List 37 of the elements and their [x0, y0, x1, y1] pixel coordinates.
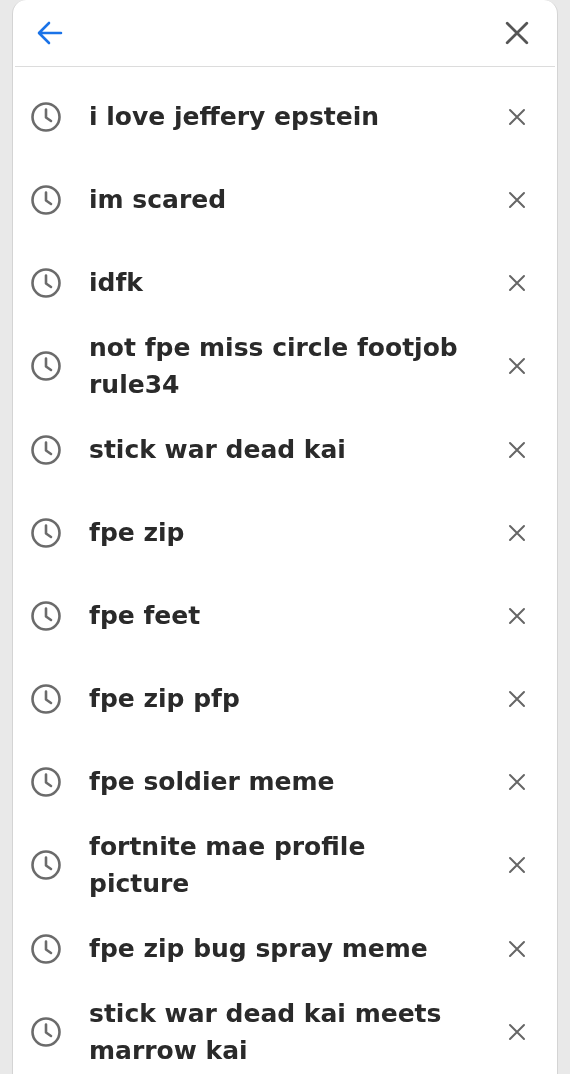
close-icon — [507, 855, 527, 875]
search-history-query[interactable]: not fpe miss circle footjob rule34 — [89, 329, 503, 403]
close-icon — [507, 1022, 527, 1042]
close-icon — [507, 439, 527, 460]
search-history-query[interactable]: stick war dead kai — [89, 431, 503, 468]
clock-icon — [30, 599, 62, 632]
close-icon — [507, 522, 527, 543]
close-icon — [507, 688, 527, 709]
clock-icon — [30, 516, 62, 549]
clock-icon — [30, 183, 62, 216]
close-icon — [507, 605, 527, 626]
search-history-query[interactable]: fortnite mae profile picture — [89, 828, 503, 902]
search-history-query[interactable]: fpe zip — [89, 514, 503, 551]
clock-icon — [30, 765, 62, 798]
search-history-query[interactable]: fpe feet — [89, 597, 503, 634]
close-icon — [507, 189, 527, 210]
clock-icon — [30, 266, 62, 299]
close-icon — [507, 106, 527, 127]
search-history-query[interactable]: im scared — [89, 181, 503, 218]
search-history-query[interactable]: fpe soldier meme — [89, 763, 503, 800]
search-history-query[interactable]: i love jeffery epstein — [89, 98, 503, 135]
close-icon — [507, 272, 527, 293]
search-history-query[interactable]: idfk — [89, 264, 503, 301]
clock-icon — [30, 433, 62, 466]
clock-icon — [30, 682, 62, 715]
clock-icon — [30, 849, 62, 881]
clock-icon — [30, 350, 62, 382]
close-icon — [507, 356, 527, 376]
close-icon — [507, 771, 527, 792]
close-icon — [503, 19, 531, 47]
clock-icon — [30, 932, 62, 965]
clock-icon — [30, 1016, 62, 1048]
clock-icon — [30, 100, 62, 133]
search-history-query[interactable]: fpe zip pfp — [89, 680, 503, 717]
search-history-query[interactable]: stick war dead kai meets marrow kai — [89, 995, 503, 1069]
search-history-query[interactable]: fpe zip bug spray meme — [89, 930, 503, 967]
close-icon — [507, 938, 527, 959]
